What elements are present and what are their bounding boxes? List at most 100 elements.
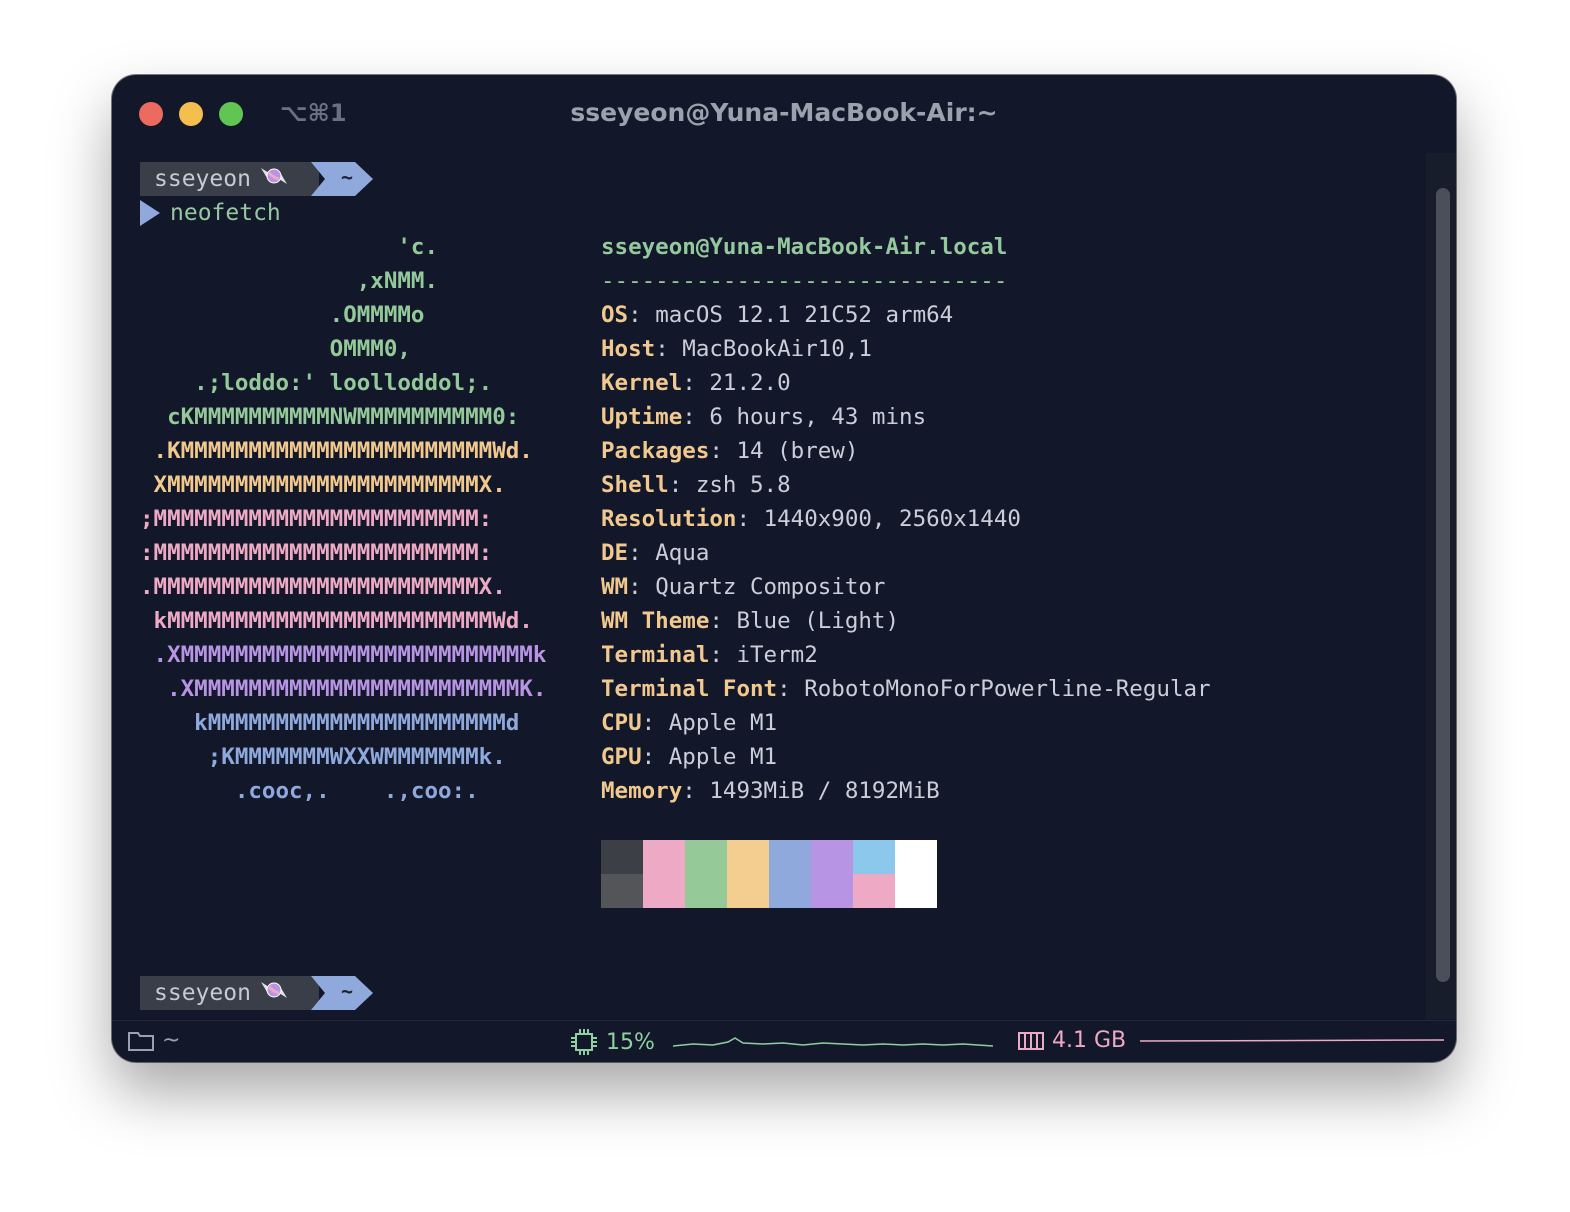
- info-key: DE: [601, 540, 629, 566]
- palette-swatch: [685, 840, 727, 908]
- scrollbar-thumb[interactable]: [1436, 188, 1450, 982]
- info-value: macOS 12.1 21C52 arm64: [655, 302, 954, 328]
- folder-icon: [128, 1031, 154, 1051]
- info-value: iTerm2: [736, 642, 818, 668]
- cpu-usage: 15%: [606, 1029, 655, 1055]
- info-key: WM Theme: [601, 608, 710, 634]
- info-value: RobotoMonoForPowerline-Regular: [804, 676, 1211, 702]
- logo-line: .cooc,. .,coo:.: [140, 778, 479, 804]
- info-value: Aqua: [655, 540, 710, 566]
- status-path[interactable]: ~: [128, 1028, 180, 1053]
- info-colon: :: [641, 744, 669, 770]
- title-bar: ⌥⌘1 sseyeon@Yuna-MacBook-Air:~: [112, 75, 1456, 151]
- logo-line: cKMMMMMMMMMMNWMMMMMMMMMM0:: [140, 404, 520, 430]
- prompt-arrow-icon: [140, 200, 160, 226]
- palette-swatch: [727, 840, 769, 908]
- prompt-path: ~: [340, 165, 353, 189]
- cpu-icon: [571, 1029, 597, 1055]
- info-key: Memory: [601, 778, 683, 804]
- prompt-user: sseyeon: [140, 976, 311, 1010]
- info-colon: :: [682, 778, 710, 804]
- cpu-graph: [672, 1037, 993, 1047]
- info-colon: :: [655, 336, 683, 362]
- logo-line: 'c.: [140, 234, 439, 260]
- info-value: Quartz Compositor: [655, 574, 886, 600]
- info-key: CPU: [601, 710, 642, 736]
- info-value: Apple M1: [668, 710, 778, 736]
- status-cpu[interactable]: 15%: [570, 1028, 993, 1056]
- system-info: sseyeon@Yuna-MacBook-Air.local ---------…: [601, 230, 1211, 808]
- logo-line: ,xNMM.: [140, 268, 439, 294]
- logo-line: .OMMMMo: [140, 302, 425, 328]
- info-value: Blue (Light): [736, 608, 900, 634]
- info-value: Apple M1: [668, 744, 778, 770]
- logo-line: kMMMMMMMMMMMMMMMMMMMMMMMMWd.: [140, 608, 533, 634]
- logo-line: .MMMMMMMMMMMMMMMMMMMMMMMMX.: [140, 574, 506, 600]
- info-host: sseyeon@Yuna-MacBook-Air.local: [601, 234, 1008, 260]
- info-colon: :: [709, 438, 737, 464]
- info-colon: :: [682, 404, 710, 430]
- info-key: Shell: [601, 472, 669, 498]
- logo-line: XMMMMMMMMMMMMMMMMMMMMMMMX.: [140, 472, 506, 498]
- logo-line: .;loddo:' loolloddol;.: [140, 370, 493, 396]
- color-palette: [601, 840, 937, 908]
- info-colon: :: [668, 472, 696, 498]
- apple-ascii-logo: 'c. ,xNMM. .OMMMMo OMMM0, .;loddo:' lool…: [140, 230, 546, 808]
- info-colon: :: [628, 302, 656, 328]
- info-key: Terminal Font: [601, 676, 778, 702]
- command-text: neofetch: [170, 200, 281, 226]
- logo-line: OMMM0,: [140, 336, 411, 362]
- palette-swatch: [601, 840, 643, 908]
- status-bar: ~ 15% 4.1 GB: [112, 1020, 1456, 1062]
- info-colon: :: [641, 710, 669, 736]
- logo-line: :MMMMMMMMMMMMMMMMMMMMMMMM:: [140, 540, 493, 566]
- prompt-user-label: sseyeon: [154, 166, 251, 192]
- prompt-user-label: sseyeon: [154, 980, 251, 1006]
- palette-swatch: [811, 840, 853, 908]
- info-key: GPU: [601, 744, 642, 770]
- logo-line: .XMMMMMMMMMMMMMMMMMMMMMMMMK.: [140, 676, 547, 702]
- memory-usage: 4.1 GB: [1052, 1028, 1127, 1053]
- info-value: 1493MiB / 8192MiB: [709, 778, 940, 804]
- logo-line: .XMMMMMMMMMMMMMMMMMMMMMMMMMMk: [140, 642, 547, 668]
- info-colon: :: [628, 574, 656, 600]
- logo-line: kMMMMMMMMMMMMMMMMMMMMMMd: [140, 710, 520, 736]
- command-line: neofetch: [140, 200, 281, 226]
- logo-line: ;KMMMMMMMWXXWMMMMMMMk.: [140, 744, 506, 770]
- info-key: Kernel: [601, 370, 683, 396]
- status-memory[interactable]: 4.1 GB: [1018, 1028, 1445, 1053]
- status-path-label: ~: [162, 1028, 181, 1053]
- info-colon: :: [628, 540, 656, 566]
- info-value: MacBookAir10,1: [682, 336, 872, 362]
- info-value: zsh 5.8: [695, 472, 791, 498]
- info-value: 21.2.0: [709, 370, 791, 396]
- candy-icon: [259, 978, 289, 1008]
- terminal-window: ⌥⌘1 sseyeon@Yuna-MacBook-Air:~ sseyeon ~: [112, 75, 1456, 1062]
- info-key: Uptime: [601, 404, 683, 430]
- palette-swatch: [895, 840, 937, 908]
- info-key: Packages: [601, 438, 710, 464]
- info-value: 6 hours, 43 mins: [709, 404, 927, 430]
- info-value: 14 (brew): [736, 438, 859, 464]
- prompt-segment-2: sseyeon ~: [140, 976, 373, 1010]
- memory-icon: [1018, 1031, 1044, 1050]
- info-value: 1440x900, 2560x1440: [763, 506, 1021, 532]
- info-key: WM: [601, 574, 629, 600]
- palette-swatch: [643, 840, 685, 908]
- window-title: sseyeon@Yuna-MacBook-Air:~: [570, 98, 998, 127]
- prompt-path: ~: [340, 979, 353, 1003]
- logo-line: ;MMMMMMMMMMMMMMMMMMMMMMMM:: [140, 506, 493, 532]
- memory-graph: [1140, 1038, 1445, 1042]
- info-colon: :: [736, 506, 764, 532]
- logo-line: .KMMMMMMMMMMMMMMMMMMMMMMMWd.: [140, 438, 533, 464]
- palette-swatch: [769, 840, 811, 908]
- info-colon: :: [777, 676, 805, 702]
- info-key: OS: [601, 302, 629, 328]
- info-key: Resolution: [601, 506, 737, 532]
- prompt-path-segment: ~: [310, 976, 373, 1010]
- prompt-segment: sseyeon ~: [140, 162, 373, 196]
- candy-icon: [259, 164, 289, 194]
- info-key: Host: [601, 336, 656, 362]
- info-colon: :: [682, 370, 710, 396]
- info-separator: ------------------------------: [601, 268, 1008, 294]
